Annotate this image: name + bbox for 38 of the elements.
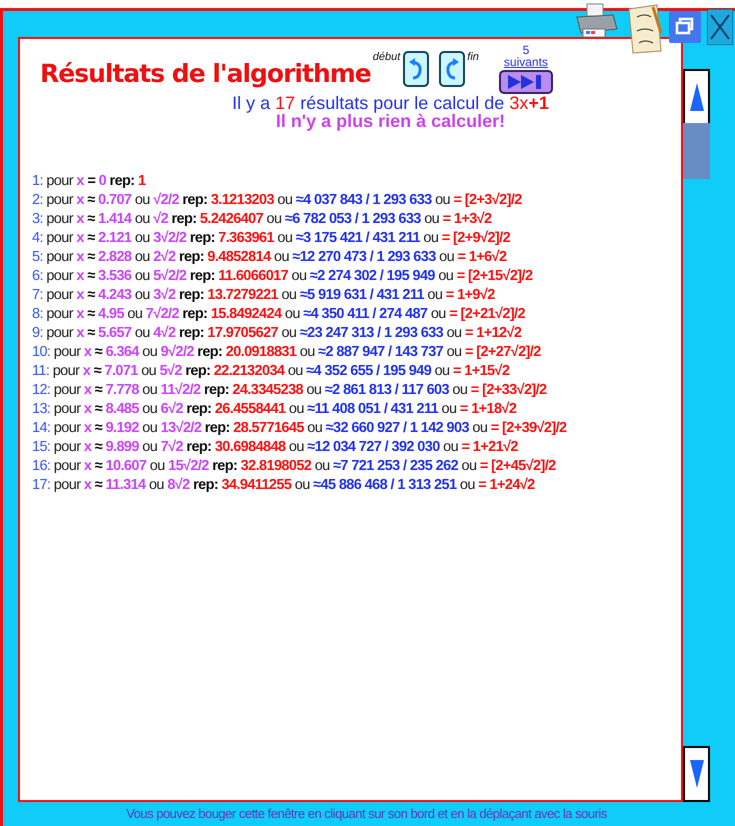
- summary-text: Il y a 17 résultats pour le calcul de 3x+1: [231, 94, 550, 112]
- result-line: 4: pour x ≈ 2.121 ou 3√2/2 rep: 7.363961 ou ≈3 175 421 / 431 211 ou = [2+9√2]/2: [32, 229, 512, 248]
- result-line: 11: pour x ≈ 7.071 ou 5√2 rep: 22.2132034 ou ≈4 352 655 / 195 949 ou = 1+15√2: [32, 362, 510, 381]
- result-line: 12: pour x ≈ 7.778 ou 11√2/2 rep: 24.3345238 ou ≈2 861 813 / 117 603 ou = [2+33√2]/2: [32, 381, 548, 400]
- start-label: début: [372, 50, 400, 65]
- end-label: fin: [467, 50, 479, 65]
- result-line: 14: pour x ≈ 9.192 ou 13√2/2 rep: 28.5771645 ou ≈32 660 927 / 1 142 903 ou = [2+39√2]/2: [32, 419, 568, 438]
- result-line: 8: pour x ≈ 4.95 ou 7√2/2 rep: 15.8492424 ou ≈4 350 411 / 274 487 ou = [2+21√2]/2: [32, 305, 526, 324]
- result-line: 13: pour x ≈ 8.485 ou 6√2 rep: 26.4558441 ou ≈11 408 051 / 431 211 ou = 1+18√2: [32, 400, 518, 419]
- result-line: 5: pour x ≈ 2.828 ou 2√2 rep: 9.4852814 ou ≈12 270 473 / 1 293 633 ou = 1+6√2: [32, 248, 508, 267]
- result-line: 1: pour x = 0 rep: 1: [32, 172, 147, 191]
- last-button[interactable]: [439, 51, 466, 87]
- result-line: 16: pour x ≈ 10.607 ou 15√2/2 rep: 32.8198052 ou ≈7 721 253 / 235 262 ou = [2+45√2]/2: [32, 457, 557, 476]
- scroll-up-button[interactable]: [683, 69, 710, 125]
- result-line: 2: pour x ≈ 0.707 ou √2/2 rep: 3.1213203 ou ≈4 037 843 / 1 293 633 ou = [2+3√2]/2: [32, 191, 523, 210]
- status-message: Il n'y a plus rien à calculer!: [274, 112, 506, 130]
- result-line: 9: pour x ≈ 5.657 ou 4√2 rep: 17.9705627 ou ≈23 247 313 / 1 293 633 ou = 1+12√2: [32, 324, 522, 343]
- close-icon[interactable]: [707, 9, 733, 45]
- next-count: 5: [522, 45, 530, 56]
- up-triangle-icon: [690, 83, 704, 111]
- result-line: 15: pour x ≈ 9.899 ou 7√2 rep: 30.6984848 ou ≈12 034 727 / 392 030 ou = 1+21√2: [32, 438, 519, 457]
- restore-icon[interactable]: [669, 11, 701, 43]
- down-triangle-icon: [690, 760, 704, 788]
- result-line: 7: pour x ≈ 4.243 ou 3√2 rep: 13.7279221 ou ≈5 919 631 / 431 211 ou = 1+9√2: [32, 286, 496, 305]
- result-line: 17: pour x ≈ 11.314 ou 8√2 rep: 34.9411255 ou ≈45 886 468 / 1 313 251 ou = 1+24√2: [32, 476, 536, 495]
- footer-hint: Vous pouvez bouger cette fenêtre en cliquant sur son bord et en la déplaçant avec la souris: [125, 805, 608, 823]
- scroll-thumb[interactable]: [683, 123, 710, 179]
- undo-arrow-icon: [409, 57, 424, 81]
- next-button[interactable]: [498, 70, 553, 94]
- page-title: Résultats de l'algorithme: [40, 58, 371, 90]
- fast-forward-icon: [508, 75, 544, 89]
- result-line: 3: pour x ≈ 1.414 ou √2 rep: 5.2426407 ou ≈6 782 053 / 1 293 633 ou = 1+3√2: [32, 210, 492, 229]
- result-line: 10: pour x ≈ 6.364 ou 9√2/2 rep: 20.0918831 ou ≈2 887 947 / 143 737 ou = [2+27√2]/2: [32, 343, 542, 362]
- scroll-down-button[interactable]: [683, 746, 710, 802]
- result-line: 6: pour x ≈ 3.536 ou 5√2/2 rep: 11.6066017 ou ≈2 274 302 / 195 949 ou = [2+15√2]/2: [32, 267, 534, 286]
- redo-arrow-icon: [445, 57, 460, 81]
- first-button[interactable]: [403, 51, 430, 87]
- next-label: suivants: [504, 56, 548, 68]
